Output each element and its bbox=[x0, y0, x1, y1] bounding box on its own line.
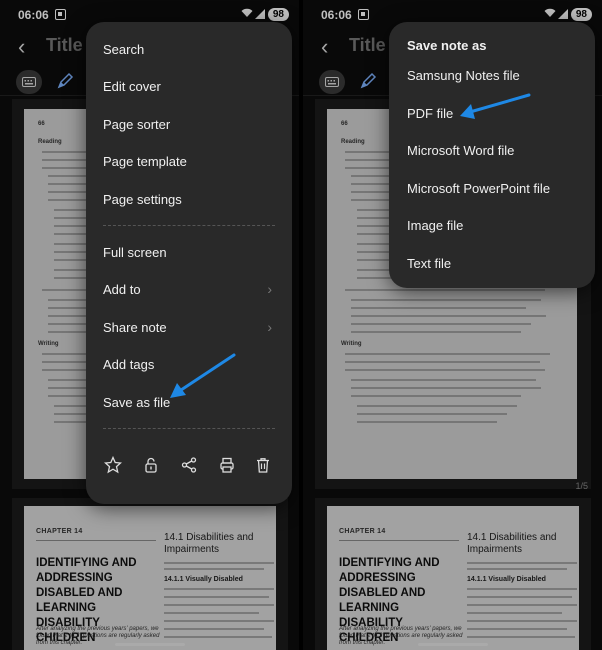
section-title: 14.1 Disabilities and Impairments bbox=[467, 532, 557, 555]
battery-indicator: 98 bbox=[267, 8, 289, 21]
screenshot-icon bbox=[55, 9, 66, 20]
subsection-title: 14.1.1 Visually Disabled bbox=[164, 576, 243, 583]
menu-action-bar bbox=[86, 452, 292, 482]
back-icon[interactable]: ‹ bbox=[321, 34, 328, 60]
page-indicator: 1/5 bbox=[575, 481, 588, 491]
lock-icon[interactable] bbox=[142, 456, 160, 474]
share-icon[interactable] bbox=[180, 456, 198, 474]
delete-icon[interactable] bbox=[254, 456, 272, 474]
save-option-text[interactable]: Text file bbox=[407, 256, 451, 271]
menu-divider bbox=[103, 428, 275, 429]
section-heading-writing: Writing bbox=[341, 341, 362, 347]
menu-item-add-to[interactable]: Add to bbox=[103, 282, 141, 297]
note-title[interactable]: Title bbox=[349, 35, 386, 56]
battery-indicator: 98 bbox=[570, 8, 592, 21]
gesture-bar bbox=[115, 643, 185, 646]
section-heading-writing: Writing bbox=[38, 341, 59, 347]
wifi-icon bbox=[241, 8, 253, 17]
page-number: 66 bbox=[341, 121, 348, 127]
save-as-submenu: Save note as Samsung Notes file PDF file… bbox=[389, 22, 595, 288]
gesture-bar bbox=[418, 643, 488, 646]
menu-item-page-template[interactable]: Page template bbox=[103, 154, 187, 169]
menu-divider bbox=[103, 225, 275, 226]
print-icon[interactable] bbox=[218, 456, 236, 474]
pointer-arrow bbox=[170, 353, 236, 398]
page-thumbnail-2[interactable]: CHAPTER 14 IDENTIFYING AND ADDRESSING DI… bbox=[12, 498, 288, 650]
note-title[interactable]: Title bbox=[46, 35, 83, 56]
pen-icon[interactable] bbox=[56, 72, 74, 90]
section-heading-reading: Reading bbox=[38, 139, 62, 145]
status-time: 06:06 bbox=[18, 8, 49, 22]
screenshot-icon bbox=[358, 9, 369, 20]
status-time: 06:06 bbox=[321, 8, 352, 22]
menu-item-share-note[interactable]: Share note bbox=[103, 320, 167, 335]
pen-icon[interactable] bbox=[359, 72, 377, 90]
chevron-right-icon: › bbox=[267, 319, 272, 335]
page-image: CHAPTER 14 IDENTIFYING AND ADDRESSING DI… bbox=[327, 506, 579, 650]
save-option-word[interactable]: Microsoft Word file bbox=[407, 143, 514, 158]
page-thumbnail-2[interactable]: CHAPTER 14 IDENTIFYING AND ADDRESSING DI… bbox=[315, 498, 591, 650]
chevron-right-icon: › bbox=[267, 281, 272, 297]
page-image: CHAPTER 14 IDENTIFYING AND ADDRESSING DI… bbox=[24, 506, 276, 650]
pointer-arrow bbox=[460, 93, 531, 119]
wifi-icon bbox=[544, 8, 556, 17]
menu-item-save-as-file[interactable]: Save as file bbox=[103, 395, 170, 410]
back-icon[interactable]: ‹ bbox=[18, 34, 25, 60]
page-number: 66 bbox=[38, 121, 45, 127]
menu-item-page-sorter[interactable]: Page sorter bbox=[103, 117, 170, 132]
keyboard-icon[interactable] bbox=[16, 70, 42, 94]
menu-item-add-tags[interactable]: Add tags bbox=[103, 357, 154, 372]
menu-item-search[interactable]: Search bbox=[103, 42, 144, 57]
subsection-title: 14.1.1 Visually Disabled bbox=[467, 576, 546, 583]
signal-icon bbox=[255, 9, 265, 19]
chapter-label: CHAPTER 14 bbox=[36, 528, 83, 535]
menu-item-full-screen[interactable]: Full screen bbox=[103, 245, 167, 260]
signal-icon bbox=[558, 9, 568, 19]
star-icon[interactable] bbox=[104, 456, 122, 474]
more-options-menu: Search Edit cover Page sorter Page templ… bbox=[86, 22, 292, 504]
keyboard-icon[interactable] bbox=[319, 70, 345, 94]
section-heading-reading: Reading bbox=[341, 139, 365, 145]
save-option-samsung-notes[interactable]: Samsung Notes file bbox=[407, 68, 520, 83]
save-option-pdf[interactable]: PDF file bbox=[407, 106, 453, 121]
left-screen: 06:06 98 ‹ Title 66 Reading Writing CHAP… bbox=[0, 0, 299, 650]
submenu-header: Save note as bbox=[407, 38, 487, 53]
chapter-label: CHAPTER 14 bbox=[339, 528, 386, 535]
menu-item-edit-cover[interactable]: Edit cover bbox=[103, 79, 161, 94]
save-option-powerpoint[interactable]: Microsoft PowerPoint file bbox=[407, 181, 550, 196]
section-title: 14.1 Disabilities and Impairments bbox=[164, 532, 254, 555]
menu-item-page-settings[interactable]: Page settings bbox=[103, 192, 182, 207]
save-option-image[interactable]: Image file bbox=[407, 218, 463, 233]
